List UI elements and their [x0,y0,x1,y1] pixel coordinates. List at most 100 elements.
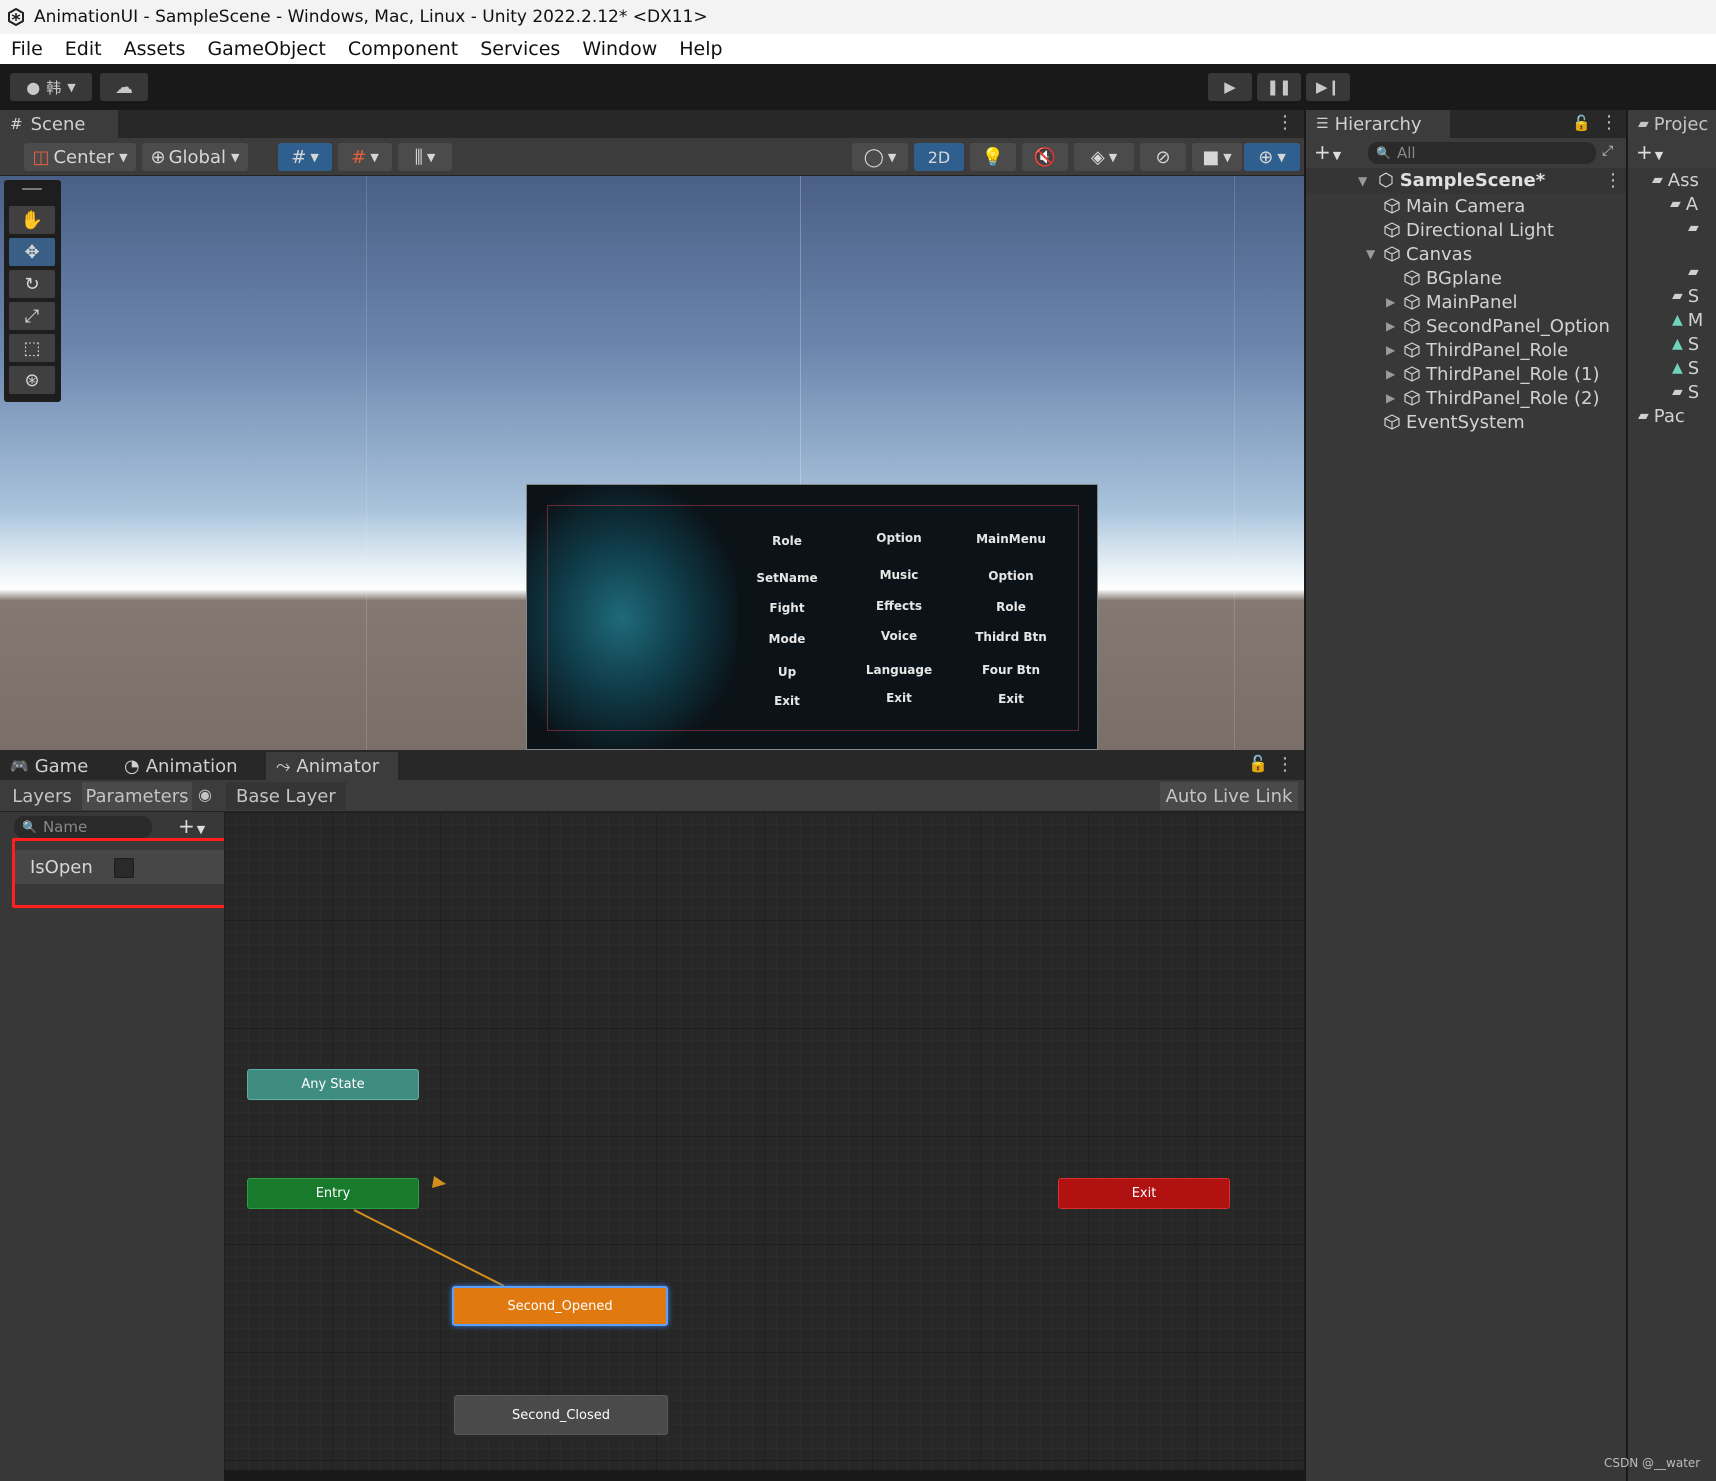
effects-toggle-button[interactable]: ◈ ▼ [1074,143,1134,171]
project-item[interactable]: ▲ S [1672,332,1699,356]
project-item[interactable]: ▲ S [1672,356,1699,380]
rect-tool-button[interactable]: ⬚ [9,334,55,362]
parameters-tab[interactable]: Parameters [82,782,192,810]
eye-icon[interactable]: ◉ [198,785,212,804]
project-item[interactable]: ▰ S [1672,284,1699,308]
pivot-mode-dropdown[interactable]: ◫ Center ▼ [24,143,136,171]
tab-scene[interactable]: # Scene [0,110,118,138]
ruler-button[interactable]: ⫼ ▼ [398,143,452,171]
rect-icon: ⬚ [23,337,41,359]
menu-file[interactable]: File [0,38,54,60]
hierarchy-item[interactable]: BGplane [1386,266,1502,290]
pause-button[interactable]: ❚❚ [1257,73,1301,101]
canvas-preview[interactable]: Role SetName Fight Mode Up Exit Option M… [526,484,1098,750]
gameobject-cube-icon [1384,414,1400,430]
menu-edit[interactable]: Edit [54,38,113,60]
animator-graph[interactable]: Any State Entry Exit Second_Opened Secon… [224,812,1304,1470]
grid-snap-button[interactable]: # ▼ [278,143,332,171]
hierarchy-search-input[interactable]: 🔍 All [1368,142,1596,164]
expand-arrow-icon[interactable]: ▶ [1386,391,1404,405]
gamepad-icon: 🎮 [10,757,29,775]
project-item-label: S [1687,381,1700,403]
hierarchy-item[interactable]: ▼ Canvas [1366,242,1472,266]
hand-tool-button[interactable]: ✋ [9,206,55,234]
account-dropdown[interactable]: ● 韩 ▼ [10,73,92,101]
expand-arrow-icon[interactable]: ▼ [1366,247,1384,261]
tab-project[interactable]: ▰ Projec [1628,110,1716,138]
more-options-icon[interactable]: ⋮ [1276,112,1294,133]
parameter-search-input[interactable]: 🔍 Name [14,816,152,838]
menu-assets[interactable]: Assets [113,38,197,60]
layers-tab[interactable]: Layers [6,782,78,810]
scene-tab-bar: # Scene ⋮ [0,110,1304,138]
expand-arrow-icon[interactable]: ▶ [1386,295,1404,309]
expand-arrow-icon[interactable]: ▶ [1386,367,1404,381]
hierarchy-item[interactable]: ▶ ThirdPanel_Role [1386,338,1568,362]
camera-settings-button[interactable]: ■ ▼ [1192,143,1242,171]
pivot-rotation-dropdown[interactable]: ⊕ Global ▼ [142,143,248,171]
tab-animator[interactable]: ⤳ Animator [266,752,398,780]
expand-arrow-icon[interactable]: ▼ [1358,174,1376,188]
play-button[interactable]: ▶ [1208,73,1252,101]
hierarchy-item[interactable]: ▶ ThirdPanel_Role (1) [1386,362,1599,386]
menu-services[interactable]: Services [469,38,571,60]
project-item[interactable]: ▰ S [1672,380,1699,404]
lock-icon[interactable]: 🔓 [1572,114,1591,132]
hierarchy-item[interactable]: Main Camera [1366,194,1525,218]
entry-node[interactable]: Entry [247,1178,419,1209]
expand-arrow-icon[interactable]: ▶ [1386,319,1404,333]
scene-header-row[interactable]: ▼ ⬡ SampleScene* ⋮ [1306,168,1626,194]
state-node-second-opened[interactable]: Second_Opened [452,1286,668,1326]
auto-live-link-button[interactable]: Auto Live Link [1160,782,1298,810]
state-node-second-closed[interactable]: Second_Closed [454,1395,668,1435]
layer-breadcrumb[interactable]: Base Layer [226,782,346,810]
any-state-node[interactable]: Any State [247,1069,419,1100]
create-button[interactable]: + ▼ [1636,140,1663,164]
expand-arrow-icon[interactable]: ▶ [1386,343,1404,357]
grid-snap-icon: # [291,146,307,168]
step-button[interactable]: ▶❙ [1306,73,1350,101]
2d-toggle-button[interactable]: 2D [914,143,964,171]
drag-handle[interactable] [22,188,42,190]
tab-hierarchy[interactable]: ☰ Hierarchy [1306,110,1450,138]
project-item[interactable]: ▰ Pac [1638,404,1685,428]
gizmos-button[interactable]: ⊕ ▼ [1244,143,1300,171]
menu-component[interactable]: Component [337,38,469,60]
tab-game[interactable]: 🎮 Game [0,752,106,780]
layer-breadcrumb-label: Base Layer [236,785,336,807]
audio-toggle-button[interactable]: 🔇 [1022,143,1068,171]
menu-text: Exit [774,694,800,708]
hierarchy-item[interactable]: ▶ ThirdPanel_Role (2) [1386,386,1599,410]
lock-icon[interactable]: 🔓 [1248,754,1268,773]
transform-tool-button[interactable]: ⊛ [9,366,55,394]
project-item[interactable]: ▲ M [1672,308,1703,332]
hierarchy-item[interactable]: EventSystem [1366,410,1525,434]
project-item[interactable]: ▰ [1688,260,1704,284]
more-options-icon[interactable]: ⋮ [1276,754,1294,775]
hierarchy-item[interactable]: ▶ MainPanel [1386,290,1518,314]
transition-arrow[interactable] [353,1209,505,1287]
hidden-objects-button[interactable]: ⊘ [1140,143,1186,171]
create-button[interactable]: + ▼ [1314,140,1341,164]
scale-tool-button[interactable]: ⤢ [9,302,55,330]
menu-window[interactable]: Window [571,38,668,60]
draw-mode-button[interactable]: ◯ ▼ [852,143,908,171]
cloud-button[interactable]: ☁ [100,73,148,101]
more-options-icon[interactable]: ⋮ [1600,112,1618,133]
menu-gameobject[interactable]: GameObject [196,38,336,60]
menu-help[interactable]: Help [668,38,733,60]
more-options-icon[interactable]: ⋮ [1604,170,1622,191]
lighting-toggle-button[interactable]: 💡 [970,143,1016,171]
rotate-tool-button[interactable]: ↻ [9,270,55,298]
exit-node[interactable]: Exit [1058,1178,1230,1209]
project-item[interactable]: ▰ [1688,216,1704,240]
increment-snap-button[interactable]: # ▼ [338,143,392,171]
search-options-icon[interactable]: ⤢ [1602,143,1613,159]
hierarchy-item[interactable]: Directional Light [1366,218,1554,242]
tab-animation[interactable]: ◔ Animation [114,752,260,780]
hierarchy-item[interactable]: ▶ SecondPanel_Option [1386,314,1610,338]
add-parameter-button[interactable]: + ▼ [178,814,205,838]
project-item[interactable]: ▰ Ass [1652,168,1699,192]
move-tool-button[interactable]: ✥ [9,238,55,266]
project-item[interactable]: ▰ A [1670,192,1698,216]
